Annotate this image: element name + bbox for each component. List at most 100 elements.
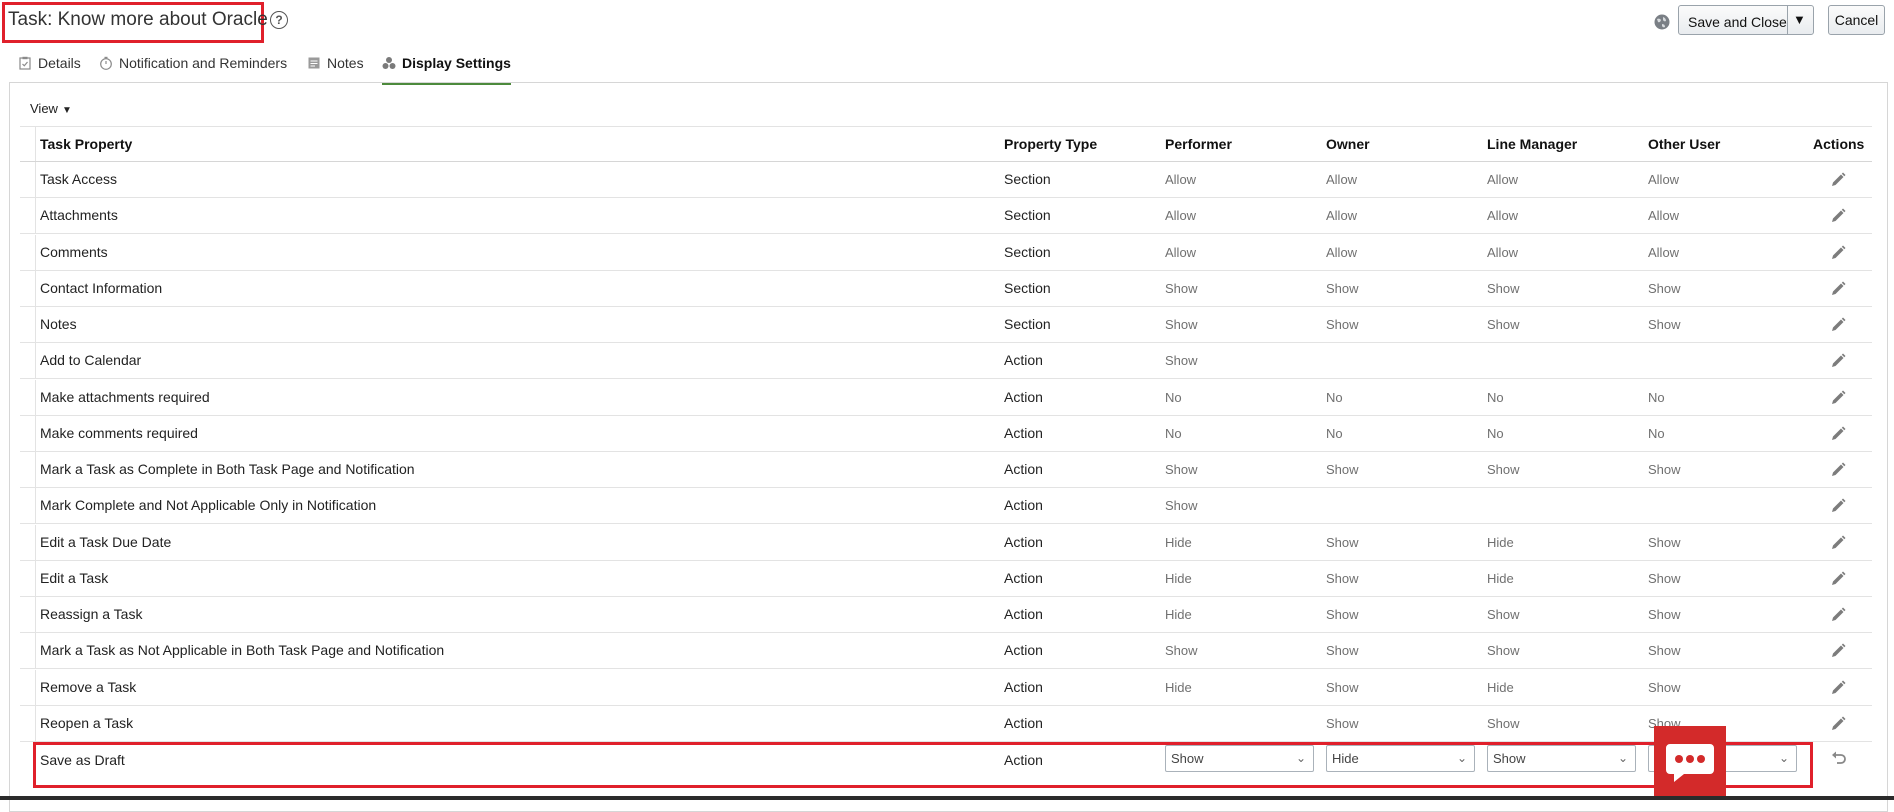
row-gutter	[20, 343, 36, 379]
cell-property-type: Action	[1004, 678, 1043, 695]
edit-pencil-icon[interactable]	[1830, 680, 1846, 696]
table-row[interactable]: Reassign a Task Action Hide Show Show Show	[20, 597, 1872, 633]
cell-owner: Show	[1326, 317, 1359, 332]
stopwatch-icon	[100, 56, 112, 70]
table-row[interactable]: Edit a Task Due Date Action Hide Show Hide Sh…	[20, 524, 1872, 561]
table-row[interactable]: Contact Information Section Show Show Show Sh…	[20, 270, 1872, 307]
edit-pencil-icon[interactable]	[1830, 716, 1846, 732]
cancel-button[interactable]: Cancel	[1828, 5, 1885, 35]
tab-notes[interactable]: Notes	[307, 55, 364, 82]
save-and-close-button[interactable]: Save and Close ▼	[1678, 5, 1814, 35]
cell-task-property: Mark Complete and Not Applicable Only in…	[40, 497, 377, 514]
cell-task-property: Make comments required	[40, 424, 198, 441]
table-row[interactable]: Add to Calendar Action Show	[20, 343, 1872, 380]
page-title: Task: Know more about Oracle	[8, 9, 268, 30]
cell-owner: Show	[1326, 462, 1359, 477]
cell-other-user: Show	[1648, 643, 1681, 659]
cell-task-property: Make attachments required	[40, 388, 210, 405]
cell-owner: Show	[1326, 607, 1359, 622]
chevron-down-icon[interactable]: ▼	[1793, 12, 1806, 27]
column-header-performer[interactable]: Performer	[1165, 127, 1232, 161]
table-row[interactable]: Task Access Section Allow Allow Allow Allow	[20, 162, 1872, 198]
table-row[interactable]: Comments Section Allow Allow Allow Allow	[20, 234, 1872, 271]
cell-performer: Allow	[1165, 172, 1197, 187]
cell-other-user: No	[1648, 425, 1665, 441]
table-row[interactable]: Mark a Task as Not Applicable in Both Ta…	[20, 633, 1872, 670]
cell-task-property: Reassign a Task	[40, 606, 143, 622]
cell-owner: Allow	[1326, 208, 1358, 224]
edit-pencil-icon[interactable]	[1830, 607, 1846, 623]
cell-task-property: Remove a Task	[40, 678, 137, 695]
edit-pencil-icon[interactable]	[1830, 498, 1846, 514]
cell-performer: Hide	[1165, 534, 1192, 550]
table-row[interactable]: Attachments Section Allow Allow Allow Allow	[20, 198, 1872, 235]
tab-display-settings[interactable]: Display Settings	[382, 55, 511, 85]
edit-pencil-icon[interactable]	[1830, 208, 1846, 224]
cell-line-manager: Show	[1487, 643, 1520, 659]
row-gutter	[20, 597, 36, 632]
column-header-other-user[interactable]: Other User	[1648, 127, 1720, 161]
tab-details[interactable]: Details	[18, 55, 81, 82]
cell-property-type: Action	[1004, 497, 1043, 514]
cell-property-type: Section	[1004, 207, 1051, 224]
cell-task-property: Reopen a Task	[40, 714, 134, 731]
table-row[interactable]: Mark Complete and Not Applicable Only in…	[20, 488, 1872, 525]
edit-pencil-icon[interactable]	[1830, 172, 1846, 188]
cell-other-user: Allow	[1648, 172, 1680, 187]
cell-line-manager: Hide	[1487, 679, 1514, 695]
chat-button[interactable]	[1654, 726, 1726, 800]
help-icon[interactable]: ?	[270, 11, 288, 29]
table-row[interactable]: Mark a Task as Complete in Both Task Pag…	[20, 452, 1872, 488]
edit-pencil-icon[interactable]	[1830, 643, 1846, 659]
cell-other-user: Show	[1648, 679, 1681, 695]
view-menu-label: View	[30, 101, 58, 116]
cell-line-manager: Hide	[1487, 534, 1514, 550]
column-header-property-type[interactable]: Property Type	[1004, 127, 1097, 161]
row-gutter	[20, 488, 36, 524]
edit-pencil-icon[interactable]	[1830, 353, 1846, 369]
column-header-actions: Actions	[1813, 136, 1865, 152]
cell-performer: Show	[1165, 462, 1198, 477]
table-row[interactable]: Make attachments required Action No No No No	[20, 379, 1872, 416]
edit-pencil-icon[interactable]	[1830, 245, 1846, 261]
edit-pencil-icon[interactable]	[1830, 390, 1846, 406]
cell-performer: Show	[1165, 353, 1198, 369]
cell-task-property: Mark a Task as Not Applicable in Both Ta…	[40, 642, 445, 659]
cell-performer: Show	[1165, 498, 1198, 514]
row-gutter	[20, 234, 36, 270]
cell-other-user: Show	[1648, 317, 1681, 332]
cell-line-manager: No	[1487, 425, 1504, 441]
cell-owner: Show	[1326, 715, 1359, 731]
table-row[interactable]: Make comments required Action No No No No	[20, 415, 1872, 452]
globe-icon[interactable]	[1654, 14, 1670, 30]
cell-performer: Show	[1165, 280, 1198, 296]
cell-task-property: Edit a Task Due Date	[40, 533, 172, 550]
column-header-line-manager[interactable]: Line Manager	[1487, 127, 1577, 161]
edit-pencil-icon[interactable]	[1830, 571, 1846, 587]
cell-property-type: Section	[1004, 279, 1051, 296]
cell-owner: Show	[1326, 534, 1359, 550]
clipboard-icon	[19, 56, 31, 70]
cell-performer: Hide	[1165, 570, 1192, 586]
edit-pencil-icon[interactable]	[1830, 535, 1846, 551]
edit-pencil-icon[interactable]	[1830, 317, 1846, 333]
table-row[interactable]: Reopen a Task Action Show Show Show	[20, 705, 1872, 742]
table-row[interactable]: Remove a Task Action Hide Show Hide Show	[20, 669, 1872, 706]
undo-icon[interactable]	[1830, 749, 1848, 767]
table-row[interactable]: Edit a Task Action Hide Show Hide Show	[20, 560, 1872, 597]
tab-notification-and-reminders[interactable]: Notification and Reminders	[99, 55, 287, 82]
edit-pencil-icon[interactable]	[1830, 426, 1846, 442]
row-gutter	[20, 452, 36, 487]
column-header-task-property[interactable]: Task Property	[40, 127, 132, 161]
edit-pencil-icon[interactable]	[1830, 462, 1846, 478]
table-row[interactable]: Notes Section Show Show Show Show	[20, 307, 1872, 343]
column-header-owner[interactable]: Owner	[1326, 127, 1370, 161]
cell-property-type: Action	[1004, 388, 1043, 405]
view-menu[interactable]: View ▼	[30, 101, 72, 116]
row-gutter	[20, 560, 36, 596]
edit-pencil-icon[interactable]	[1830, 281, 1846, 297]
row-gutter	[20, 162, 36, 197]
row-gutter	[20, 198, 36, 234]
cell-line-manager: No	[1487, 389, 1504, 405]
cell-owner: Show	[1326, 643, 1359, 659]
